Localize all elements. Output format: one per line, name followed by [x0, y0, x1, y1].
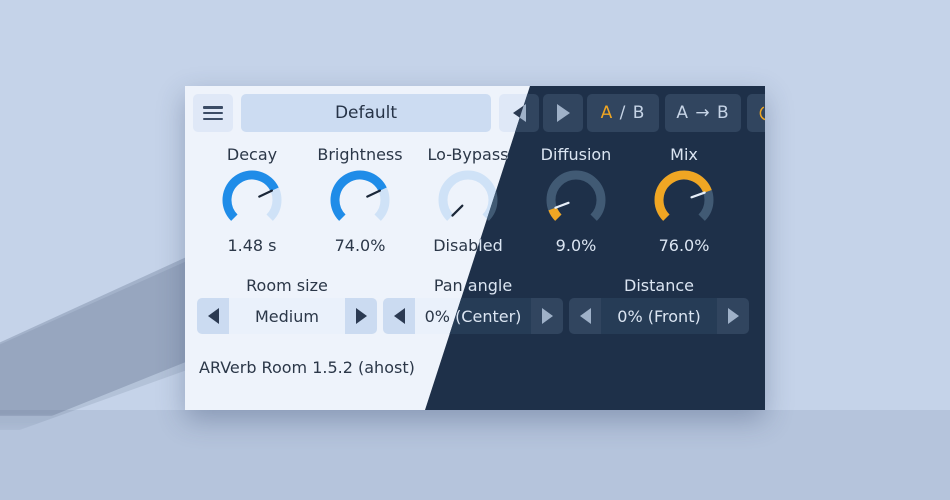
selector-next-button[interactable] — [717, 298, 749, 334]
knob-label: Mix — [670, 145, 698, 164]
selector-value[interactable]: 0% (Front) — [601, 298, 717, 334]
knob-dial[interactable] — [521, 168, 631, 230]
knob-dial[interactable] — [305, 168, 415, 230]
plugin-window: Default A / B A → B ⏻ Decay 1.48 sBright… — [185, 86, 765, 410]
power-icon: ⏻ — [759, 103, 765, 123]
selector-next-button[interactable] — [531, 298, 563, 334]
ab-compare-button-dark[interactable]: A / B — [587, 94, 659, 132]
knob-dial-wrap[interactable] — [305, 168, 415, 230]
knob-label: Decay — [226, 145, 278, 164]
selector-prev-button[interactable] — [569, 298, 601, 334]
selector-value[interactable]: Medium — [229, 298, 345, 334]
triangle-right-icon — [556, 104, 570, 122]
knob-label: Brightness — [317, 145, 403, 164]
knob-diffusion[interactable]: Diffusion 9.0% — [521, 144, 631, 258]
hamburger-menu-icon — [203, 106, 223, 120]
triangle-left-icon — [393, 308, 405, 324]
triangle-right-icon — [727, 308, 739, 324]
a-to-b-label: A → B — [676, 103, 730, 123]
selector-prev-button[interactable] — [197, 298, 229, 334]
plugin-version-label: ARVerb Room 1.5.2 (ahost) — [199, 358, 415, 377]
knob-dial-wrap[interactable] — [197, 168, 307, 230]
selector-label: Distance — [624, 276, 694, 295]
preset-next-button-dark[interactable] — [543, 94, 583, 132]
triangle-right-icon — [355, 308, 367, 324]
selector-next-button[interactable] — [345, 298, 377, 334]
knob-dial-wrap[interactable] — [629, 168, 739, 230]
preset-name: Default — [334, 103, 398, 123]
selector-control: Medium — [197, 298, 377, 334]
knob-value: 74.0% — [334, 236, 386, 255]
knob-value: 76.0% — [658, 236, 710, 255]
selector-label: Room size — [246, 276, 328, 295]
knob-dial[interactable] — [629, 168, 739, 230]
preset-field[interactable]: Default — [241, 94, 491, 132]
power-button-dark[interactable]: ⏻ — [747, 94, 765, 132]
selector-room-size: Room size Medium — [197, 274, 377, 334]
knob-dial-wrap[interactable] — [521, 168, 631, 230]
knob-brightness[interactable]: Brightness 74.0% — [305, 144, 415, 258]
knob-mix[interactable]: Mix 76.0% — [629, 144, 739, 258]
ab-label: A / B — [600, 103, 646, 123]
knob-dial[interactable] — [197, 168, 307, 230]
copy-a-to-b-button-dark[interactable]: A → B — [665, 94, 741, 132]
page-background-bottom — [0, 410, 950, 500]
knob-decay[interactable]: Decay 1.48 s — [197, 144, 307, 258]
selector-control: 0% (Front) — [569, 298, 749, 334]
knob-value: 1.48 s — [227, 236, 277, 255]
selector-prev-button[interactable] — [383, 298, 415, 334]
selector-distance: Distance 0% (Front) — [569, 274, 749, 334]
knob-label: Diffusion — [540, 145, 612, 164]
knob-value: 9.0% — [555, 236, 597, 255]
triangle-right-icon — [541, 308, 553, 324]
menu-button[interactable] — [193, 94, 233, 132]
triangle-left-icon — [207, 308, 219, 324]
triangle-left-icon — [579, 308, 591, 324]
